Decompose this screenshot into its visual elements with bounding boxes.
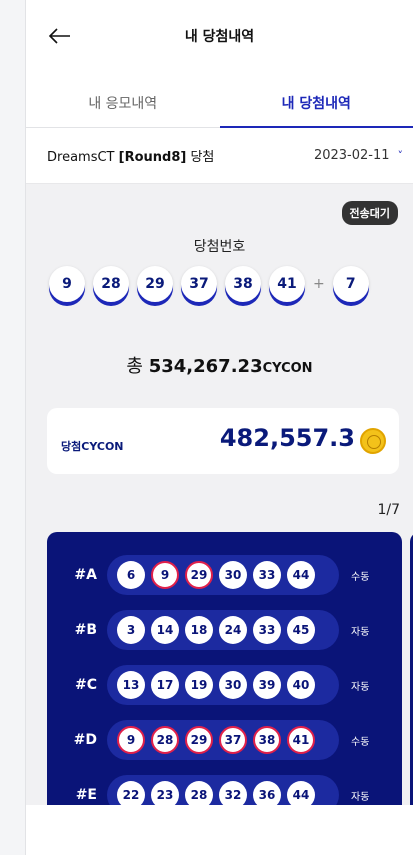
coin-icon xyxy=(360,428,386,454)
winning-ball: 38 xyxy=(225,266,261,302)
ticket-numbers: 13 17 19 30 39 40 xyxy=(107,665,339,705)
ticket-mode: 자동 xyxy=(351,791,370,803)
ticket-mode: 수동 xyxy=(351,571,370,583)
ticket-row: #B 3 14 18 24 33 45 자동 xyxy=(47,607,402,653)
cycon-value: 482,557.3 xyxy=(219,424,355,452)
round-prefix: DreamsCT xyxy=(47,150,119,165)
winning-numbers: 9 28 29 37 38 41 + 7 xyxy=(49,266,377,302)
ticket-ball-matched: 29 xyxy=(185,561,213,589)
ticket-ball: 18 xyxy=(185,616,213,644)
ticket-numbers: 9 28 29 37 38 41 xyxy=(107,720,339,760)
ticket-ball: 30 xyxy=(219,671,247,699)
ticket-ball-matched: 38 xyxy=(253,726,281,754)
ticket-ball: 3 xyxy=(117,616,145,644)
winning-ball: 41 xyxy=(269,266,305,302)
cycon-label: 당첨CYCON xyxy=(61,440,124,453)
ticket-ball: 17 xyxy=(151,671,179,699)
winning-ball: 37 xyxy=(181,266,217,302)
tab-bar: 내 응모내역 내 당첨내역 xyxy=(26,80,413,128)
round-number: [Round8] xyxy=(118,150,187,165)
total-value: 534,267.23 xyxy=(148,356,263,377)
ticket-ball-matched: 28 xyxy=(151,726,179,754)
winning-ball: 29 xyxy=(137,266,173,302)
round-name: DreamsCT [Round8] 당첨 xyxy=(47,146,314,165)
chevron-down-icon[interactable]: ˅ xyxy=(398,149,404,162)
tab-my-entries[interactable]: 내 응모내역 xyxy=(26,80,220,127)
tab-my-winnings[interactable]: 내 당첨내역 xyxy=(219,80,413,128)
ticket-ball: 24 xyxy=(219,616,247,644)
ticket-ball: 39 xyxy=(253,671,281,699)
ticket-mode: 수동 xyxy=(351,736,370,748)
ticket-row-label: #A xyxy=(74,567,97,583)
total-amount: 총 534,267.23CYCON xyxy=(26,352,413,378)
ticket-ball: 33 xyxy=(253,616,281,644)
ticket-ball: 19 xyxy=(185,671,213,699)
ticket-row: #C 13 17 19 30 39 40 자동 xyxy=(47,662,402,708)
ticket-ball: 30 xyxy=(219,561,247,589)
page-title: 내 당첨내역 xyxy=(184,29,255,45)
ticket-card[interactable]: #A 6 9 29 30 33 44 수동 #B 3 14 18 24 33 45 자동 #C 13 17 19 30 3… xyxy=(47,532,402,818)
page-indicator: 1/7 xyxy=(377,502,400,518)
total-unit: CYCON xyxy=(262,361,313,376)
ticket-mode: 자동 xyxy=(351,681,370,693)
app-frame: 내 당첨내역 내 응모내역 내 당첨내역 DreamsCT [Round8] 당… xyxy=(25,0,413,855)
ticket-ball: 45 xyxy=(287,616,315,644)
ticket-ball: 33 xyxy=(253,561,281,589)
winning-ball: 28 xyxy=(93,266,129,302)
status-badge: 전송대기 xyxy=(341,201,398,225)
ticket-ball-matched: 37 xyxy=(219,726,247,754)
ticket-row-label: #E xyxy=(75,787,97,803)
plus-sign: + xyxy=(313,276,325,292)
winning-ball: 9 xyxy=(49,266,85,302)
ticket-ball: 13 xyxy=(117,671,145,699)
round-selector[interactable]: DreamsCT [Round8] 당첨 2023-02-11 ˅ xyxy=(26,128,413,184)
round-date: 2023-02-11 xyxy=(313,148,390,163)
ticket-ball-matched: 29 xyxy=(185,726,213,754)
ticket-row: #A 6 9 29 30 33 44 수동 xyxy=(47,552,402,598)
winning-numbers-label: 당첨번호 xyxy=(193,239,246,255)
bottom-bar xyxy=(26,805,413,855)
ticket-ball: 44 xyxy=(287,561,315,589)
ticket-ball: 6 xyxy=(117,561,145,589)
ticket-numbers: 6 9 29 30 33 44 xyxy=(107,555,339,595)
top-header: 내 당첨내역 xyxy=(26,0,413,80)
winning-cycon-card: 당첨CYCON 482,557.3 xyxy=(47,408,399,474)
ticket-numbers: 3 14 18 24 33 45 xyxy=(107,610,339,650)
ticket-ball: 14 xyxy=(151,616,179,644)
total-prefix: 총 xyxy=(126,356,149,377)
ticket-row-label: #D xyxy=(73,732,97,748)
ticket-ball-matched: 9 xyxy=(151,561,179,589)
ticket-ball-matched: 9 xyxy=(117,726,145,754)
ticket-row-label: #B xyxy=(74,622,97,638)
round-suffix: 당첨 xyxy=(186,150,215,165)
ticket-ball: 40 xyxy=(287,671,315,699)
ticket-row-label: #C xyxy=(74,677,97,693)
ticket-ball-matched: 41 xyxy=(287,726,315,754)
bonus-ball: 7 xyxy=(332,266,369,302)
ticket-row: #D 9 28 29 37 38 41 수동 xyxy=(47,717,402,763)
ticket-mode: 자동 xyxy=(351,626,370,638)
